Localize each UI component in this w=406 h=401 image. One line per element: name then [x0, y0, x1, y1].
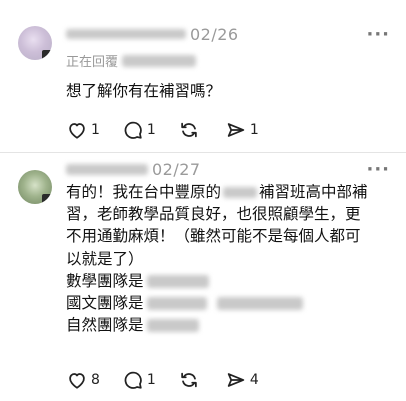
share-button[interactable]: 1 — [225, 119, 259, 141]
post-text-line: 想了解你有在補習嗎？ — [66, 82, 222, 100]
post-text-line: 以就是了） — [66, 249, 144, 268]
redacted-text — [146, 274, 209, 288]
repost-icon — [181, 372, 197, 388]
post-text: 有的！我在台中豐原的 補習班高中部補 習，老師教學品質良好，也很照顧學生，更 不用… — [66, 181, 392, 336]
post-header: 02/27 — [66, 159, 201, 179]
share-icon — [227, 373, 245, 387]
repost-button[interactable] — [178, 119, 203, 141]
heart-icon — [69, 373, 85, 389]
more-icon[interactable]: ··· — [366, 26, 390, 44]
comment-count: 1 — [146, 372, 156, 388]
reply-post: 02/26 ··· 正在回覆 想了解你有在補習嗎？ 1 1 1 — [0, 0, 406, 152]
redacted-text — [223, 187, 258, 198]
post-header: 02/26 — [66, 24, 239, 44]
comment-button[interactable]: 1 — [122, 119, 156, 141]
redacted-text — [216, 297, 303, 311]
avatar-badge — [42, 50, 52, 60]
more-icon[interactable]: ··· — [366, 161, 390, 179]
like-button[interactable]: 1 — [66, 119, 100, 141]
like-count: 8 — [91, 372, 100, 388]
share-count: 4 — [249, 372, 259, 388]
replying-label: 正在回覆 — [66, 55, 119, 70]
post-text: 想了解你有在補習嗎？ — [66, 80, 392, 102]
repost-button[interactable] — [178, 369, 203, 391]
heart-icon — [69, 123, 85, 139]
comment-button[interactable]: 1 — [122, 369, 156, 391]
post-text-line: 習，老師教學品質良好，也很照顧學生，更 — [66, 205, 361, 224]
comment-count: 1 — [146, 122, 156, 138]
comment-icon — [124, 121, 142, 139]
post-date: 02/27 — [152, 159, 201, 179]
like-button[interactable]: 8 — [66, 369, 100, 391]
replying-target-blurred[interactable] — [122, 54, 197, 67]
replying-to: 正在回覆 — [66, 51, 197, 70]
like-count: 1 — [91, 122, 100, 138]
comment-icon — [124, 371, 142, 389]
action-bar: 1 1 1 — [66, 120, 281, 140]
avatar[interactable] — [18, 170, 52, 204]
post-text-line: 不用通勤麻煩！（雖然可能不是每個人都可 — [66, 227, 361, 246]
share-count: 1 — [249, 122, 259, 138]
post-text-line: 自然團隊是 — [66, 314, 392, 336]
repost-icon — [181, 122, 197, 138]
avatar[interactable] — [18, 26, 52, 60]
avatar-badge — [42, 194, 52, 204]
username-blurred[interactable] — [66, 29, 186, 39]
post-text-line: 數學團隊是 — [66, 270, 392, 292]
post-date: 02/26 — [190, 24, 239, 44]
share-icon — [227, 123, 245, 137]
redacted-text — [146, 319, 199, 333]
post-text-line: 有的！我在台中豐原的 補習班高中部補 — [66, 183, 368, 201]
redacted-text — [146, 297, 207, 311]
share-button[interactable]: 4 — [225, 369, 259, 391]
post-text-line: 國文團隊是 — [66, 292, 392, 314]
username-blurred[interactable] — [66, 163, 148, 175]
action-bar: 8 1 4 — [66, 370, 281, 390]
